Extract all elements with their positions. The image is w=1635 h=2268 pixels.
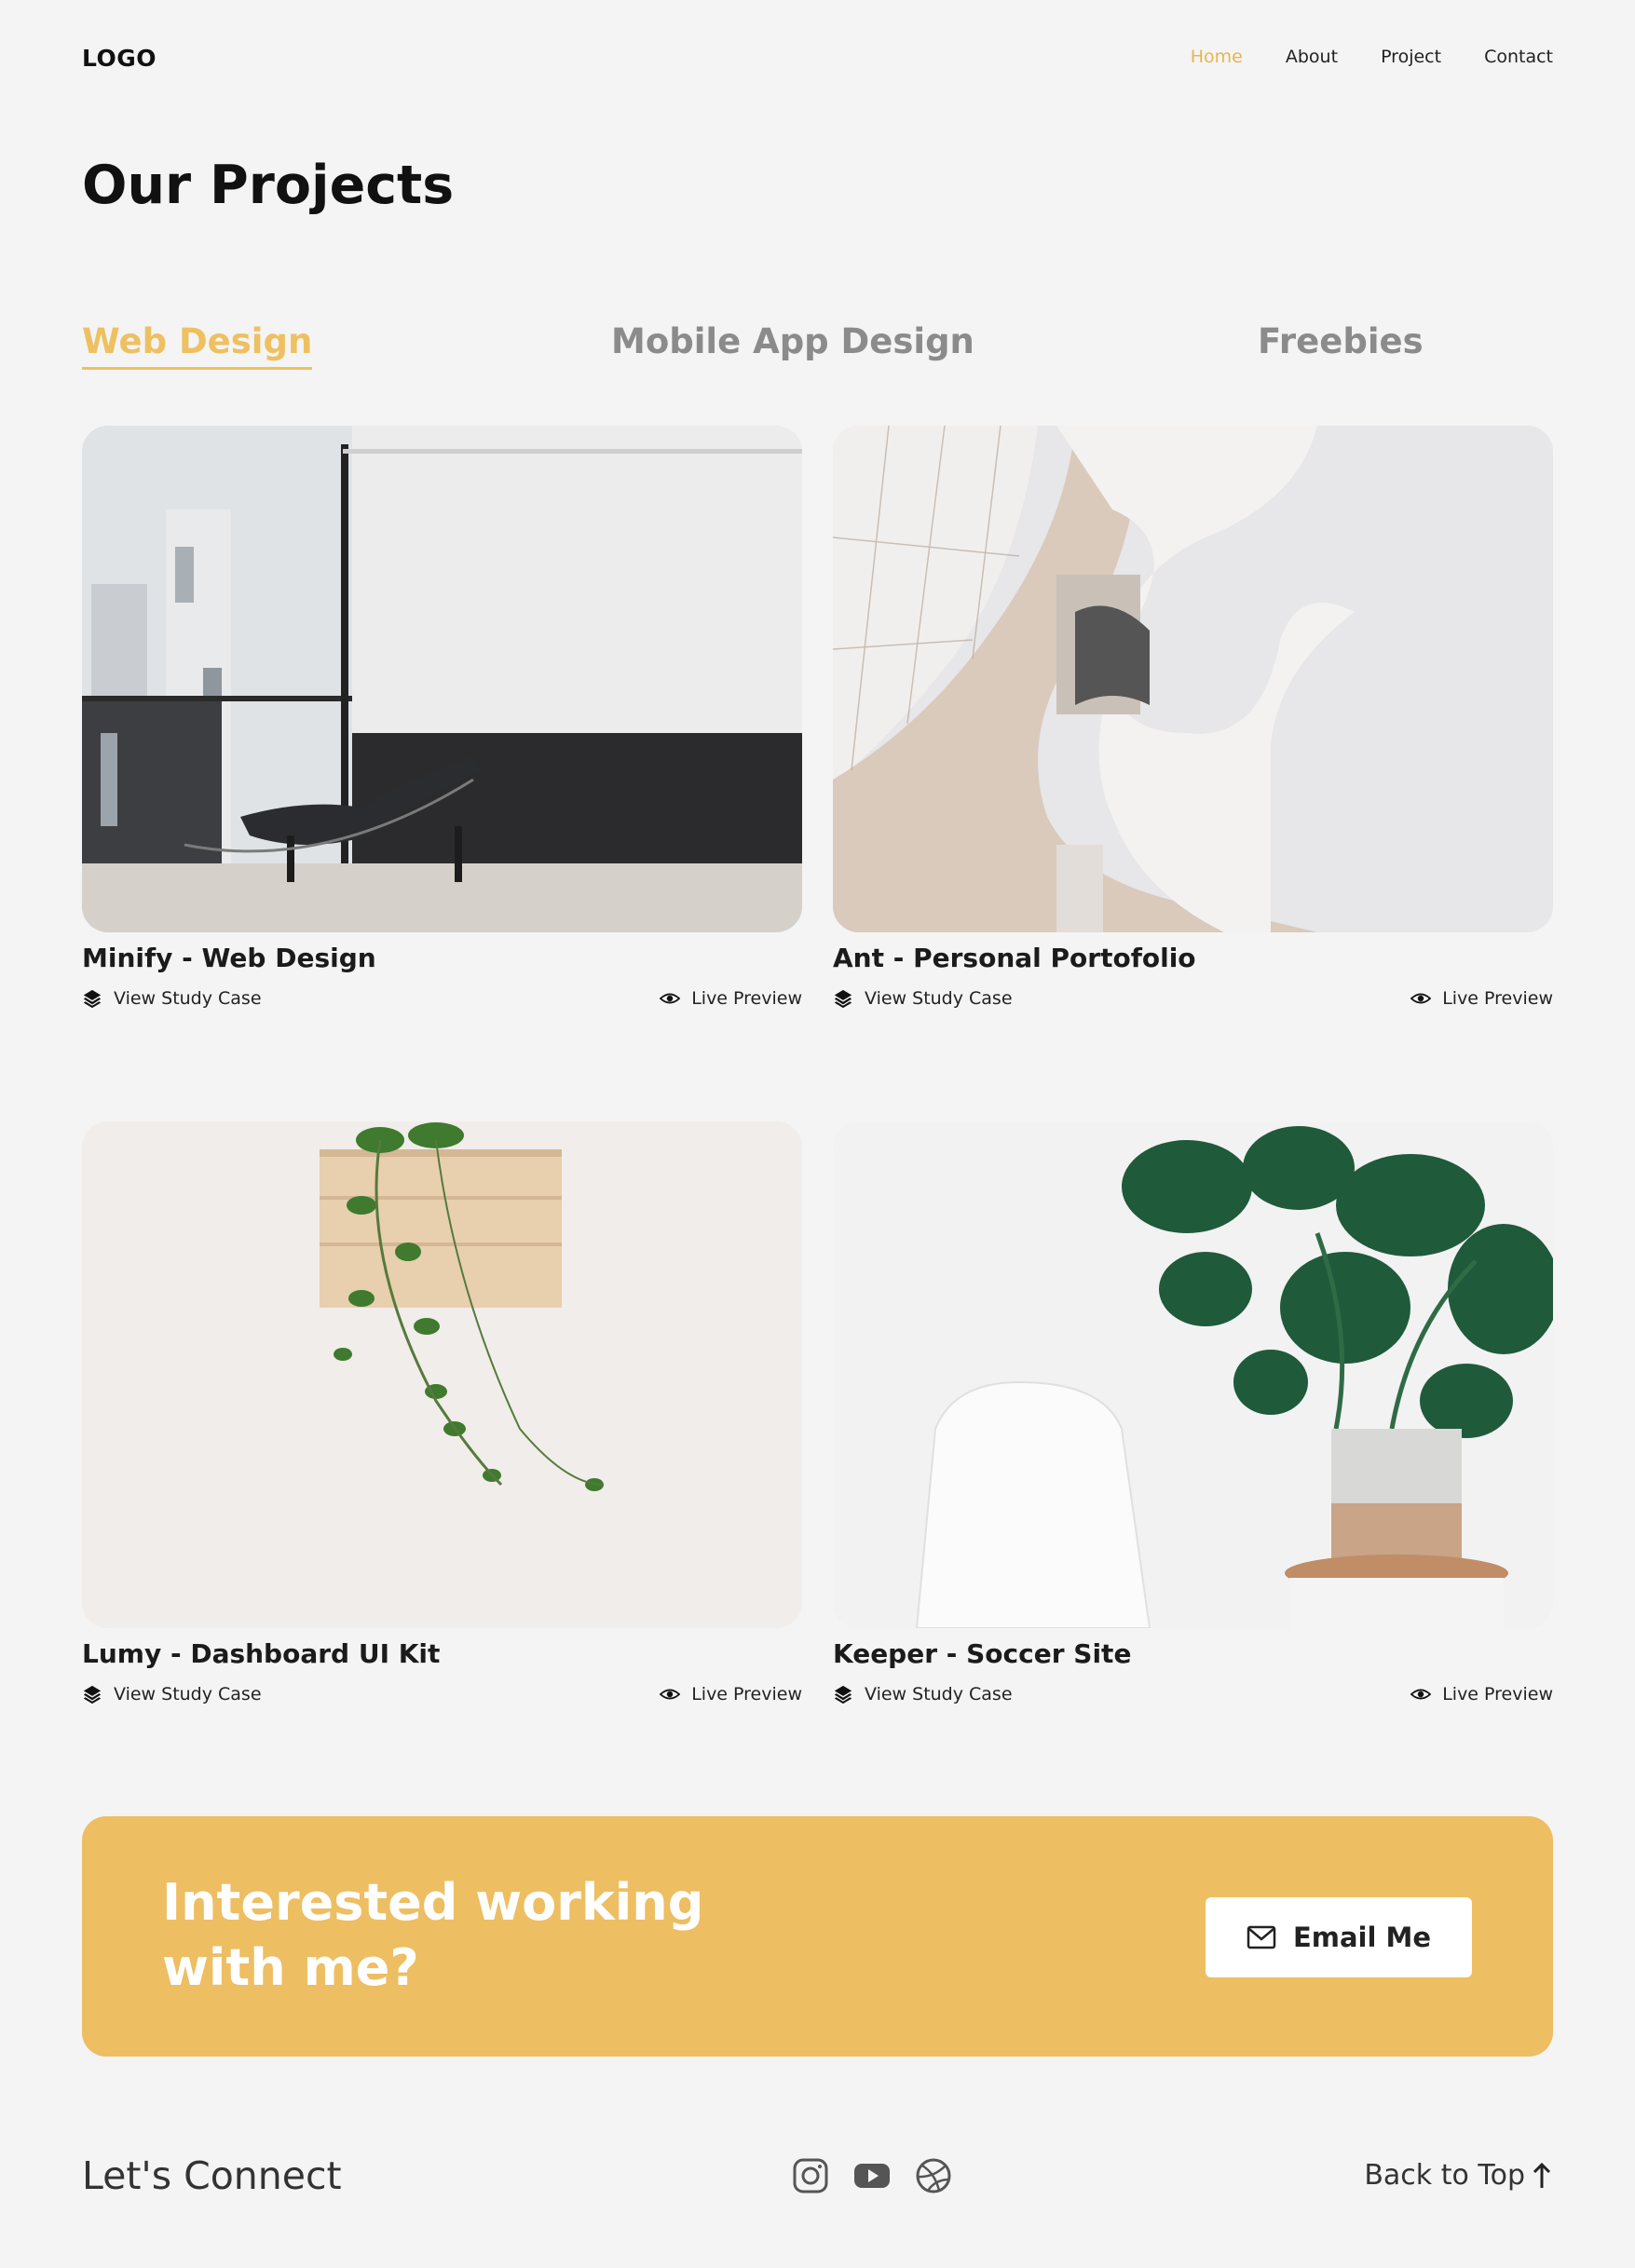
project-title[interactable]: Ant - Personal Portofolio [833,942,1553,975]
arrow-up-icon [1533,2162,1551,2188]
cta-banner: Interested working with me? Email Me [82,1816,1553,2057]
view-study-case-link[interactable]: View Study Case [82,988,262,1009]
live-preview-link[interactable]: Live Preview [1410,1684,1553,1704]
page-title: Our Projects [82,155,455,216]
view-study-case-label: View Study Case [865,988,1013,1009]
logo[interactable]: LOGO [82,45,157,72]
back-to-top-label: Back to Top [1364,2159,1525,2192]
project-card: Ant - Personal Portofolio View Study Cas… [833,426,1553,1009]
project-image[interactable] [82,426,802,932]
nav-contact[interactable]: Contact [1484,47,1553,67]
email-me-label: Email Me [1292,1922,1432,1953]
eye-icon [660,1689,681,1700]
project-title[interactable]: Lumy - Dashboard UI Kit [82,1637,802,1671]
project-card: Keeper - Soccer Site View Study Case Liv… [833,1121,1553,1704]
layers-icon [83,989,102,1009]
mail-icon [1247,1925,1276,1949]
view-study-case-link[interactable]: View Study Case [833,1684,1013,1704]
nav-project[interactable]: Project [1381,47,1441,67]
live-preview-link[interactable]: Live Preview [1410,988,1553,1009]
project-image[interactable] [82,1121,802,1628]
layers-icon [834,1685,852,1704]
project-image[interactable] [833,426,1553,932]
email-me-button[interactable]: Email Me [1206,1897,1472,1977]
main-nav: Home About Project Contact [1191,47,1553,67]
tab-web-design[interactable]: Web Design [82,321,313,370]
dribbble-icon[interactable] [915,2157,952,2194]
project-card: Minify - Web Design View Study Case Live… [82,426,802,1009]
eye-icon [660,993,681,1004]
eye-icon [1410,993,1432,1004]
nav-home[interactable]: Home [1191,47,1243,67]
project-title[interactable]: Keeper - Soccer Site [833,1637,1553,1671]
live-preview-label: Live Preview [691,988,802,1009]
layers-icon [834,989,852,1009]
social-links [792,2157,952,2194]
project-card: Lumy - Dashboard UI Kit View Study Case … [82,1121,802,1704]
nav-about[interactable]: About [1286,47,1338,67]
live-preview-link[interactable]: Live Preview [660,988,802,1009]
project-title[interactable]: Minify - Web Design [82,942,802,975]
back-to-top-link[interactable]: Back to Top [1364,2159,1553,2192]
instagram-icon[interactable] [792,2157,829,2194]
layers-icon [83,1685,102,1704]
tab-freebies[interactable]: Freebies [1258,321,1424,361]
tab-mobile-app-design[interactable]: Mobile App Design [611,321,974,361]
cta-text: Interested working with me? [162,1873,704,1997]
eye-icon [1410,1689,1432,1700]
live-preview-link[interactable]: Live Preview [660,1684,802,1704]
live-preview-label: Live Preview [691,1684,802,1704]
youtube-icon[interactable] [853,2157,891,2194]
view-study-case-link[interactable]: View Study Case [82,1684,262,1704]
view-study-case-link[interactable]: View Study Case [833,988,1013,1009]
project-image[interactable] [833,1121,1553,1628]
live-preview-label: Live Preview [1442,1684,1553,1704]
lets-connect-heading: Let's Connect [82,2153,342,2198]
view-study-case-label: View Study Case [114,988,262,1009]
live-preview-label: Live Preview [1442,988,1553,1009]
view-study-case-label: View Study Case [114,1684,262,1704]
view-study-case-label: View Study Case [865,1684,1013,1704]
